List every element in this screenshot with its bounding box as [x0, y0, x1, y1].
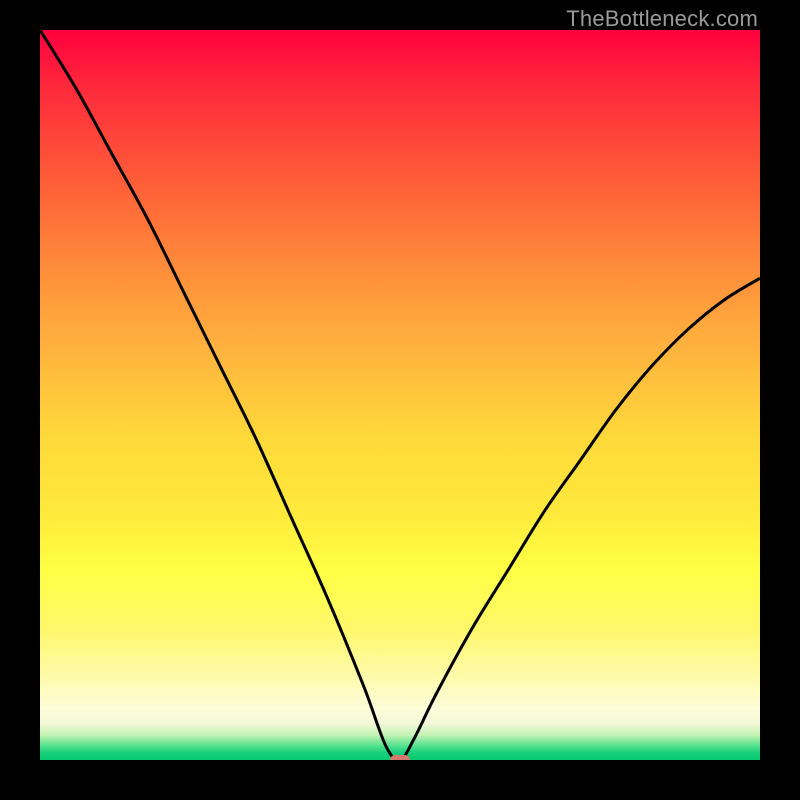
bottleneck-curve [40, 30, 760, 760]
watermark-text: TheBottleneck.com [566, 6, 758, 32]
curve-svg [40, 30, 760, 760]
chart-frame: TheBottleneck.com [0, 0, 800, 800]
plot-area [40, 30, 760, 760]
minimum-marker [390, 755, 410, 760]
